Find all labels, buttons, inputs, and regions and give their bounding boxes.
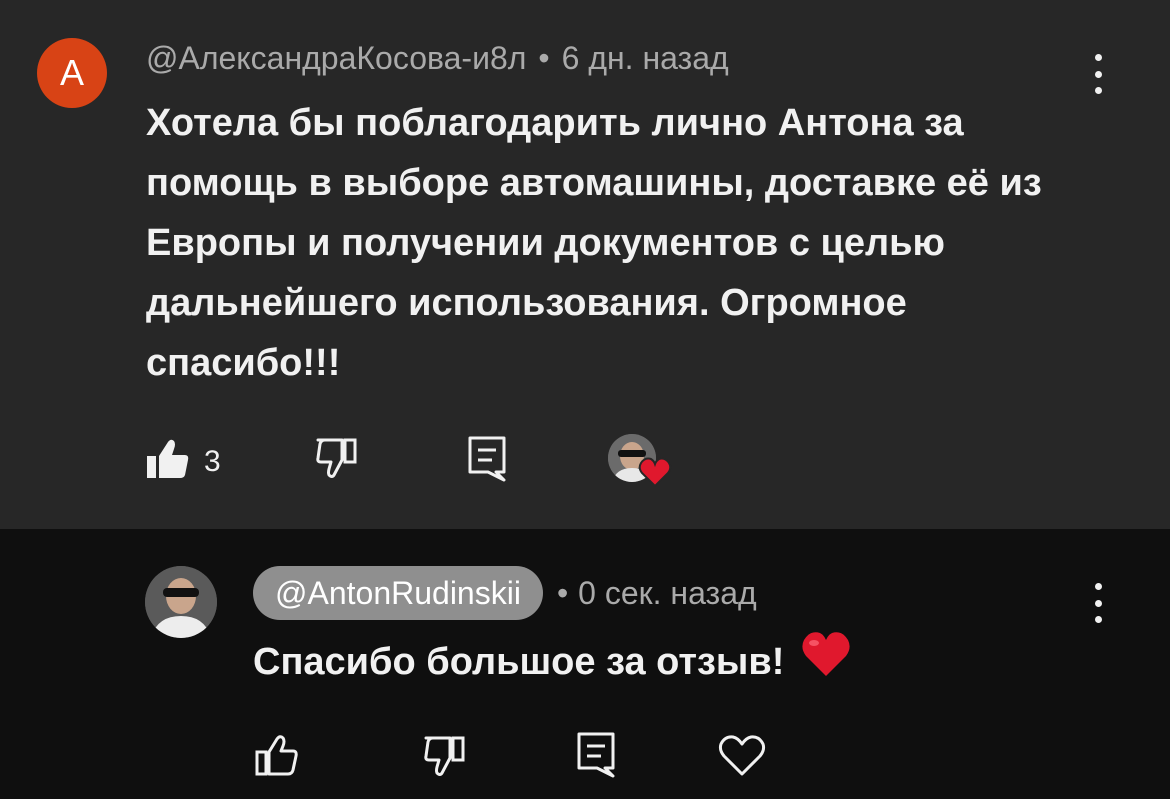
reply-body: Спасибо большое за отзыв!: [253, 630, 852, 694]
comment-reply-icon: [577, 732, 615, 783]
heart-button[interactable]: [718, 734, 766, 781]
thumb-up-filled-icon: [146, 438, 190, 485]
like-button[interactable]: 3: [146, 438, 221, 485]
dislike-button[interactable]: [424, 736, 466, 781]
reply-timestamp[interactable]: 0 сек. назад: [578, 575, 757, 612]
comment-reply-icon: [468, 436, 506, 487]
thumb-up-outline-icon: [255, 734, 299, 781]
reply-author-badge[interactable]: @AntonRudinskii: [253, 566, 543, 620]
like-button[interactable]: [255, 734, 299, 781]
avatar[interactable]: [145, 566, 217, 638]
avatar-letter: A: [59, 52, 84, 93]
heart-badge-icon: [638, 456, 672, 493]
like-count: 3: [204, 444, 221, 478]
meta-separator: •: [538, 40, 550, 76]
creator-heart-icon[interactable]: [608, 434, 672, 494]
comment-body: Хотела бы поблагодарить лично Антона за …: [146, 102, 1042, 384]
comment-header: @АлександраКосова-и8л • 6 дн. назад: [146, 40, 729, 77]
comment-author[interactable]: @АлександраКосова-и8л: [146, 40, 526, 77]
comment-timestamp[interactable]: 6 дн. назад: [562, 40, 729, 77]
comment-thread-top: A @АлександраКосова-и8л • 6 дн. назад Хо…: [0, 0, 1170, 529]
thumb-down-icon: [424, 736, 466, 781]
reply-button[interactable]: [468, 436, 506, 487]
thumb-down-icon: [316, 438, 358, 483]
reply-button[interactable]: [577, 732, 615, 783]
avatar[interactable]: A: [37, 38, 107, 108]
more-vertical-icon[interactable]: [1088, 583, 1108, 623]
red-heart-emoji: [800, 630, 852, 694]
more-vertical-icon[interactable]: [1088, 54, 1108, 94]
dislike-button[interactable]: [316, 438, 358, 483]
reply-header: @AntonRudinskii • 0 сек. назад: [253, 566, 757, 620]
heart-outline-icon: [718, 734, 766, 781]
reply-text: Спасибо большое за отзыв!: [253, 641, 785, 683]
meta-separator: •: [556, 574, 569, 611]
